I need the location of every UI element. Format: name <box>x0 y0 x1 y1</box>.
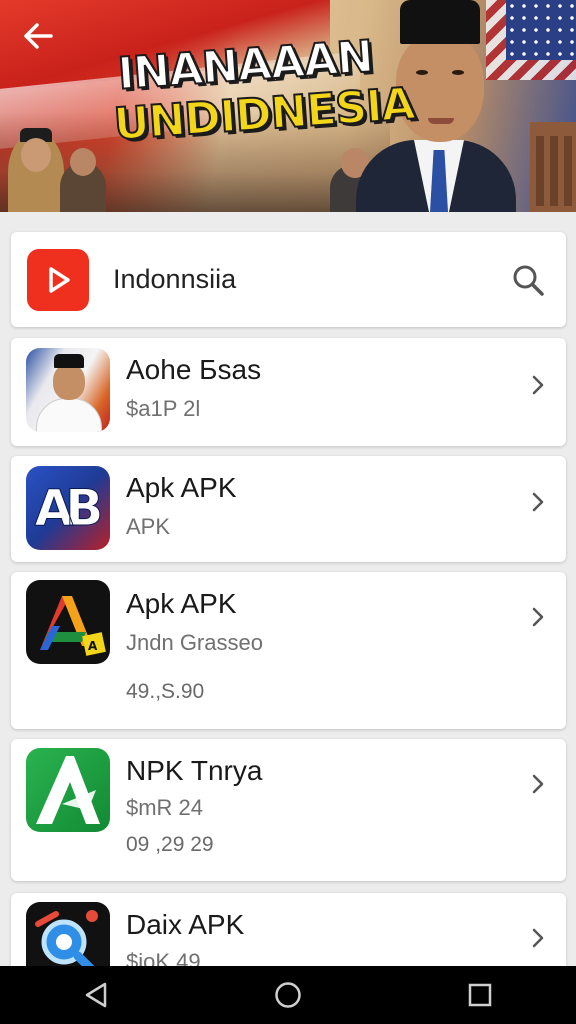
app-list-item[interactable]: AB Apk APK APK <box>11 456 566 562</box>
nav-home-button[interactable] <box>258 970 318 1020</box>
app-icon-colorful-a: A <box>26 580 110 664</box>
chevron-right-icon <box>526 602 550 632</box>
search-bar[interactable]: Indonnsiia <box>11 232 566 327</box>
app-icon-ab-logo: AB <box>26 466 110 550</box>
circle-home-icon <box>275 982 301 1008</box>
svg-text:A: A <box>88 639 98 653</box>
arrow-left-icon <box>24 23 53 49</box>
chevron-right-icon <box>526 923 550 953</box>
nav-back-button[interactable] <box>66 970 126 1020</box>
search-input[interactable]: Indonnsiia <box>113 264 508 295</box>
app-name: NPK Tnrya <box>126 755 263 786</box>
app-detail: 09 ,29 29 <box>126 833 214 856</box>
app-icon-portrait <box>26 348 110 432</box>
youtube-play-icon <box>27 248 89 311</box>
crowd-person <box>8 128 64 212</box>
chevron-right-icon <box>526 487 550 517</box>
app-screen: INANAAAN UNDIDNESIA Indonnsiia Aohe Бsas… <box>0 0 576 1024</box>
back-button[interactable] <box>14 14 62 58</box>
square-recents-icon <box>468 983 492 1007</box>
triangle-back-icon <box>85 982 107 1008</box>
app-name: Apk APK <box>126 588 237 619</box>
building-decoration <box>530 122 576 212</box>
app-name: Apk APK <box>126 472 237 503</box>
chevron-right-icon <box>526 769 550 799</box>
app-name: Aohe Бsas <box>126 354 262 385</box>
app-subtitle: $a1P 2l <box>126 396 201 421</box>
banner-title: INANAAAN UNDIDNESIA <box>109 30 417 151</box>
app-subtitle: Jndn Grasseo <box>126 630 263 655</box>
app-detail: 49.,S.90 <box>126 680 205 703</box>
app-icon-green-a <box>26 748 110 832</box>
app-name: Daix APK <box>126 909 245 940</box>
hero-banner: INANAAAN UNDIDNESIA <box>0 0 576 212</box>
app-subtitle: APK <box>126 514 171 539</box>
search-icon[interactable] <box>508 260 548 300</box>
nav-recents-button[interactable] <box>450 970 510 1020</box>
chevron-right-icon <box>526 370 550 400</box>
app-list-item[interactable]: A Apk APK Jndn Grasseo 49.,S.90 <box>11 572 566 729</box>
system-navigation-bar <box>0 966 576 1024</box>
app-subtitle: $mR 24 <box>126 795 204 820</box>
app-list-item[interactable]: Aohe Бsas $a1P 2l <box>11 338 566 446</box>
app-list-item[interactable]: NPK Tnrya $mR 24 09 ,29 29 <box>11 739 566 881</box>
crowd-person <box>60 148 106 212</box>
flag-stars-decoration <box>506 0 576 60</box>
